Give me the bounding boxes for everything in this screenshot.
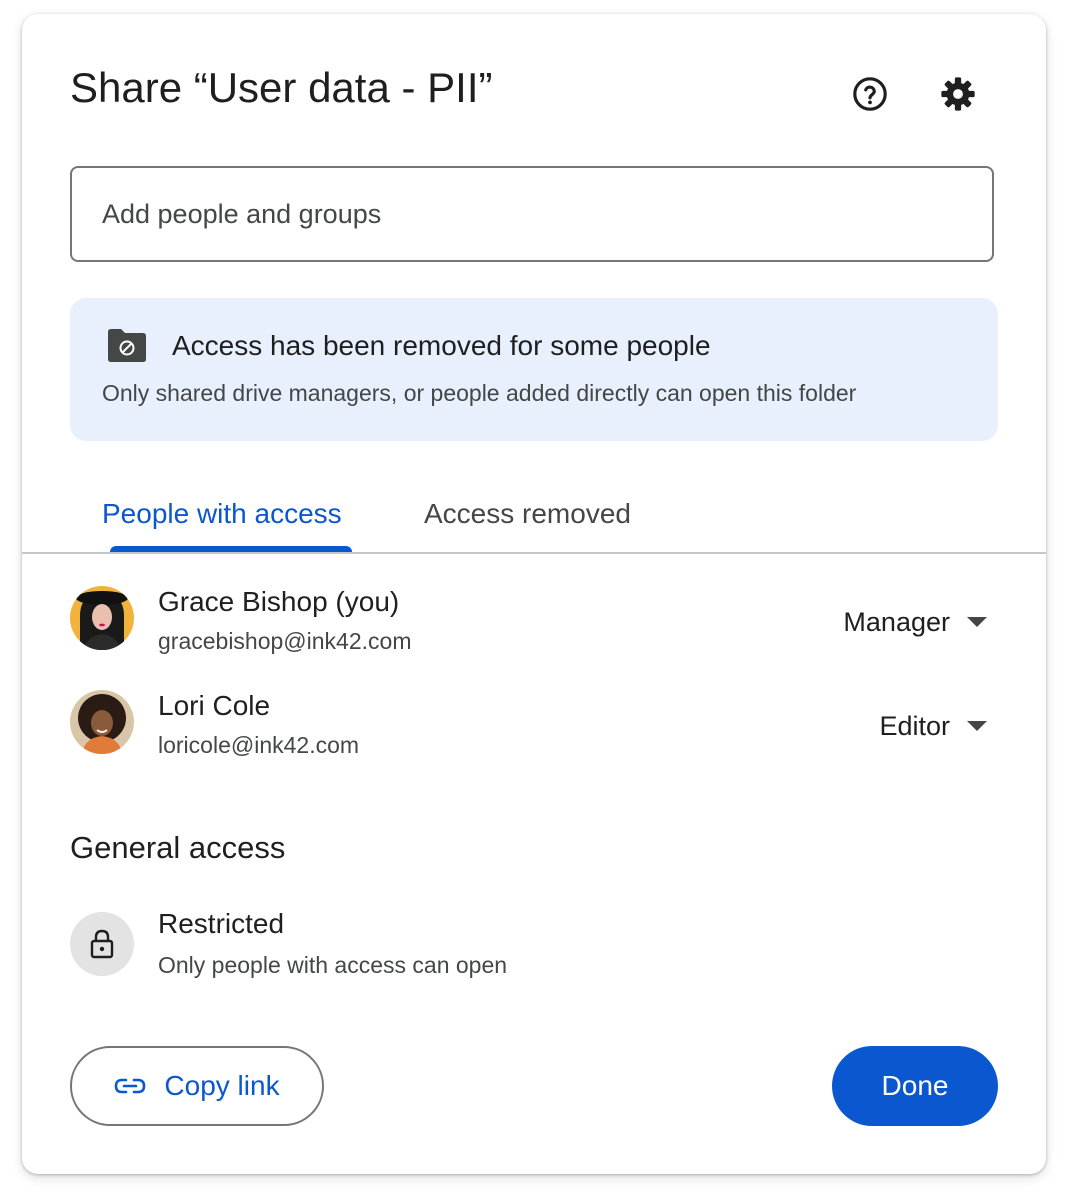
banner-title: Access has been removed for some people [172, 330, 711, 361]
lock-icon [90, 929, 114, 959]
person-email: gracebishop@ink42.com [158, 628, 412, 654]
gear-icon [941, 77, 975, 111]
folder-blocked-icon [108, 329, 146, 362]
general-access-description: Only people with access can open [158, 952, 508, 978]
avatar [70, 586, 134, 650]
dialog-title: Share “User data - PII” [70, 64, 493, 111]
help-button[interactable] [846, 70, 894, 118]
dropdown-arrow-icon [967, 721, 987, 731]
role-label: Manager [843, 606, 950, 637]
banner-text: Only shared drive managers, or people ad… [102, 380, 857, 406]
access-removed-banner: Access has been removed for some people … [70, 298, 998, 441]
tab-access-removed[interactable]: Access removed [424, 498, 631, 530]
share-dialog: Share “User data - PII” Add people and g… [22, 14, 1046, 1174]
help-circle-icon [853, 77, 887, 111]
person-name: Lori Cole [158, 690, 271, 721]
avatar [70, 690, 134, 754]
settings-button[interactable] [934, 70, 982, 118]
done-button[interactable]: Done [832, 1046, 998, 1126]
role-dropdown[interactable]: Editor [879, 704, 998, 748]
person-row-lori-cole: Lori Cole loricole@ink42.com Editor [70, 690, 998, 770]
tab-people-with-access[interactable]: People with access [102, 498, 342, 530]
copy-link-button[interactable]: Copy link [70, 1046, 324, 1126]
link-icon [115, 1078, 146, 1094]
role-dropdown[interactable]: Manager [843, 600, 998, 644]
general-access-heading: General access [70, 830, 286, 865]
role-label: Editor [879, 710, 950, 741]
copy-link-label: Copy link [164, 1070, 280, 1101]
tabs-divider [22, 552, 1046, 554]
general-access-level[interactable]: Restricted [158, 908, 284, 940]
avatar-grace-bishop [70, 586, 134, 650]
avatar-lori-cole [70, 690, 134, 754]
general-access-icon-button[interactable] [70, 912, 134, 976]
person-row-grace-bishop: Grace Bishop (you) gracebishop@ink42.com… [70, 586, 998, 666]
person-email: loricole@ink42.com [158, 732, 360, 758]
dropdown-arrow-icon [967, 617, 987, 627]
add-people-input[interactable] [70, 166, 994, 262]
person-name: Grace Bishop (you) [158, 586, 400, 617]
